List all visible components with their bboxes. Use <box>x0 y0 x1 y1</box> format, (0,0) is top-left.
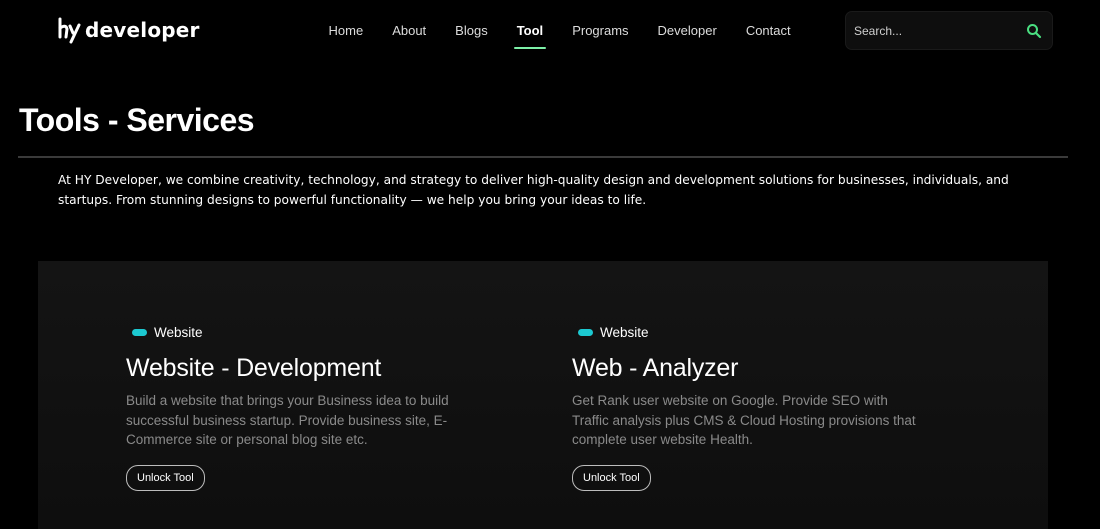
intro-text: At HY Developer, we combine creativity, … <box>58 173 1009 207</box>
page-title: Tools - Services <box>19 102 255 138</box>
unlock-tool-button[interactable]: Unlock Tool <box>572 464 651 491</box>
badge-dot <box>578 328 593 336</box>
tool-description: Get Rank user website on Google. Provide… <box>572 393 916 447</box>
hy-logo-mark-icon <box>58 17 81 44</box>
tool-card: Website Website - Development Build a we… <box>126 323 486 491</box>
badge-label: Website <box>154 324 203 340</box>
search-button[interactable] <box>1016 12 1052 49</box>
unlock-tool-button[interactable]: Unlock Tool <box>126 464 205 491</box>
nav-item-tool[interactable]: Tool <box>502 23 557 49</box>
tool-description: Build a website that brings your Busines… <box>126 393 449 447</box>
nav-item-developer[interactable]: Developer <box>643 23 731 39</box>
badge-dot <box>132 328 147 336</box>
header-divider <box>18 156 1068 158</box>
nav-item-home[interactable]: Home <box>314 23 378 39</box>
search-input[interactable] <box>846 12 1016 49</box>
nav-menu: Home About Blogs Tool Programs Developer… <box>314 0 805 62</box>
category-badge: Website <box>126 323 486 341</box>
brand-name: developer <box>85 18 200 42</box>
nav-item-about[interactable]: About <box>378 23 441 39</box>
search-box <box>845 11 1053 50</box>
navbar: developer Home About Blogs Tool Programs… <box>0 0 1100 62</box>
brand-logo[interactable]: developer <box>57 14 200 46</box>
nav-item-programs[interactable]: Programs <box>558 23 643 39</box>
badge-label: Website <box>600 324 649 340</box>
nav-item-contact[interactable]: Contact <box>731 23 805 39</box>
category-badge: Website <box>572 323 932 341</box>
search-icon <box>1027 23 1042 38</box>
tool-title: Website - Development <box>126 354 382 382</box>
nav-item-blogs[interactable]: Blogs <box>441 23 503 39</box>
tools-panel: Website Website - Development Build a we… <box>38 261 1048 529</box>
tool-card: Website Web - Analyzer Get Rank user web… <box>572 323 932 491</box>
tool-title: Web - Analyzer <box>572 354 739 382</box>
